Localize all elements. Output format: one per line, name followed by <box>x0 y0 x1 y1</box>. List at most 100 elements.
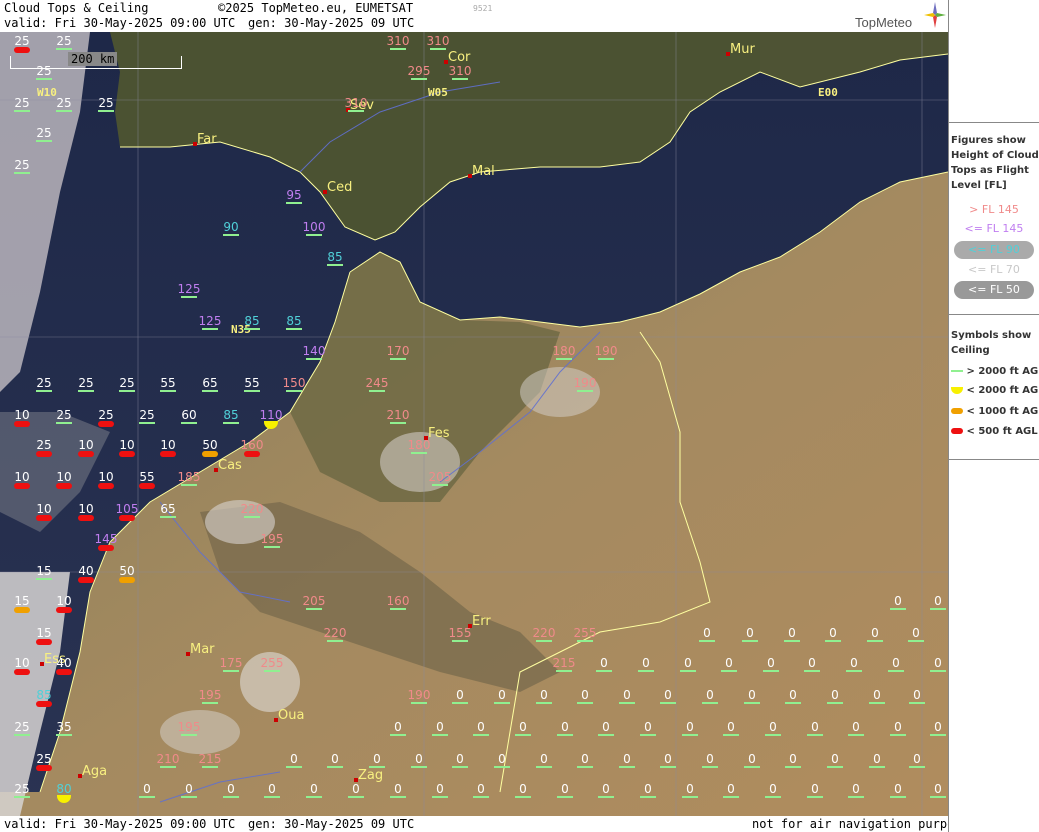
ceiling-green-icon <box>536 640 552 642</box>
cloud-top-value: 210 <box>386 408 410 422</box>
ceiling-green-icon <box>807 796 823 798</box>
cloud-top-value: 25 <box>98 96 114 110</box>
cloud-top-value: 0 <box>456 752 464 766</box>
ceiling-green-icon <box>909 766 925 768</box>
cloud-top-value: 0 <box>703 626 711 640</box>
ceiling-green-icon <box>699 640 715 642</box>
ceiling-green-icon <box>411 452 427 454</box>
cloud-top-value: 0 <box>894 594 902 608</box>
cloud-top-value: 60 <box>181 408 197 422</box>
cloud-top-value: 85 <box>286 314 302 328</box>
brand-logo-text: TopMeteo <box>855 15 913 30</box>
ceiling-green-icon <box>306 234 322 236</box>
cloud-top-value: 195 <box>177 720 201 734</box>
ceiling-red-icon <box>36 765 52 771</box>
cloud-top-value: 220 <box>532 626 556 640</box>
ceiling-green-icon <box>411 766 427 768</box>
ceiling-green-icon <box>139 422 155 424</box>
city-label: Ced <box>327 180 353 195</box>
ceiling-green-icon <box>848 796 864 798</box>
city-label: Far <box>197 132 217 147</box>
ceiling-green-icon <box>181 422 197 424</box>
cloud-top-value: 10 <box>14 470 30 484</box>
cloud-top-value: 0 <box>290 752 298 766</box>
city-label: Aga <box>82 764 108 779</box>
ceiling-green-icon <box>515 796 531 798</box>
ceiling-green-icon <box>784 640 800 642</box>
cloud-top-value: 25 <box>56 96 72 110</box>
ceiling-green-icon <box>890 796 906 798</box>
cloud-top-value: 0 <box>934 594 942 608</box>
cloud-top-value: 25 <box>36 376 52 390</box>
grid-label-w05: W05 <box>428 86 448 99</box>
cloud-top-value: 0 <box>477 782 485 796</box>
cloud-top-value: 0 <box>767 656 775 670</box>
map-title: Cloud Tops & Ceiling <box>4 1 149 15</box>
ceiling-green-icon <box>348 110 364 112</box>
cloud-top-value: 0 <box>519 782 527 796</box>
ceiling-green-icon <box>888 670 904 672</box>
ceiling-red-icon <box>56 607 72 613</box>
ceiling-green-icon <box>327 640 343 642</box>
ceiling-orange-icon <box>202 451 218 457</box>
cloud-top-value: 25 <box>36 64 52 78</box>
cloud-top-value: 25 <box>56 408 72 422</box>
cloud-top-value: 25 <box>14 720 30 734</box>
cloud-top-value: 0 <box>561 782 569 796</box>
cloud-top-value: 0 <box>394 782 402 796</box>
ceiling-green-icon <box>56 734 72 736</box>
satellite-map[interactable]: 200 km W10 W05 E00 N35 Cor Mur Sev Far Ced Ma… <box>0 32 948 816</box>
ceiling-green-icon <box>327 766 343 768</box>
ceiling-green-icon <box>721 670 737 672</box>
ceiling-green-icon <box>264 796 280 798</box>
cloud-top-value: 0 <box>684 656 692 670</box>
cloud-top-value: 0 <box>706 688 714 702</box>
ceiling-red-icon <box>78 515 94 521</box>
ceiling-red-icon <box>139 483 155 489</box>
ceiling-green-icon <box>682 734 698 736</box>
legend-fl-145: <= FL 145 <box>964 222 1024 235</box>
cloud-top-value: 205 <box>302 594 326 608</box>
ceiling-red-icon <box>98 421 114 427</box>
cloud-top-value: 0 <box>852 782 860 796</box>
cloud-top-value: 245 <box>365 376 389 390</box>
cloud-top-value: 0 <box>227 782 235 796</box>
ceiling-green-icon <box>869 766 885 768</box>
ceiling-red-icon <box>119 515 135 521</box>
ceiling-green-icon <box>14 172 30 174</box>
ceiling-green-icon <box>348 796 364 798</box>
ceiling-red-icon <box>98 545 114 551</box>
cloud-top-value: 0 <box>456 688 464 702</box>
cloud-top-value: 10 <box>36 502 52 516</box>
ceiling-green-icon <box>244 328 260 330</box>
legend-ceiling-red-label: < 500 ft AGL <box>966 426 1038 437</box>
ceiling-red-icon <box>244 451 260 457</box>
ceiling-green-icon <box>640 796 656 798</box>
ceiling-green-icon <box>306 608 322 610</box>
cloud-top-value: 15 <box>36 564 52 578</box>
cloud-top-value: 0 <box>894 720 902 734</box>
ceiling-red-icon <box>14 47 30 53</box>
ceiling-green-icon <box>202 766 218 768</box>
cloud-top-value: 0 <box>540 688 548 702</box>
cloud-top-value: 0 <box>748 752 756 766</box>
cloud-top-value: 125 <box>198 314 222 328</box>
cloud-top-value: 310 <box>386 34 410 48</box>
ceiling-green-icon <box>139 796 155 798</box>
cloud-top-value: 0 <box>415 752 423 766</box>
ceiling-green-icon <box>723 796 739 798</box>
cloud-top-value: 10 <box>98 470 114 484</box>
cloud-top-value: 160 <box>240 438 264 452</box>
cloud-top-value: 95 <box>286 188 302 202</box>
cloud-top-value: 80 <box>56 782 72 796</box>
cloud-top-value: 0 <box>644 782 652 796</box>
cloud-top-value: 190 <box>407 688 431 702</box>
cloud-top-value: 85 <box>327 250 343 264</box>
ceiling-green-icon <box>765 734 781 736</box>
cloud-top-value: 85 <box>244 314 260 328</box>
ceiling-red-icon <box>98 483 114 489</box>
cloud-top-value: 0 <box>519 720 527 734</box>
cloud-top-value: 50 <box>202 438 218 452</box>
ceiling-green-icon <box>327 264 343 266</box>
ceiling-green-icon <box>223 234 239 236</box>
